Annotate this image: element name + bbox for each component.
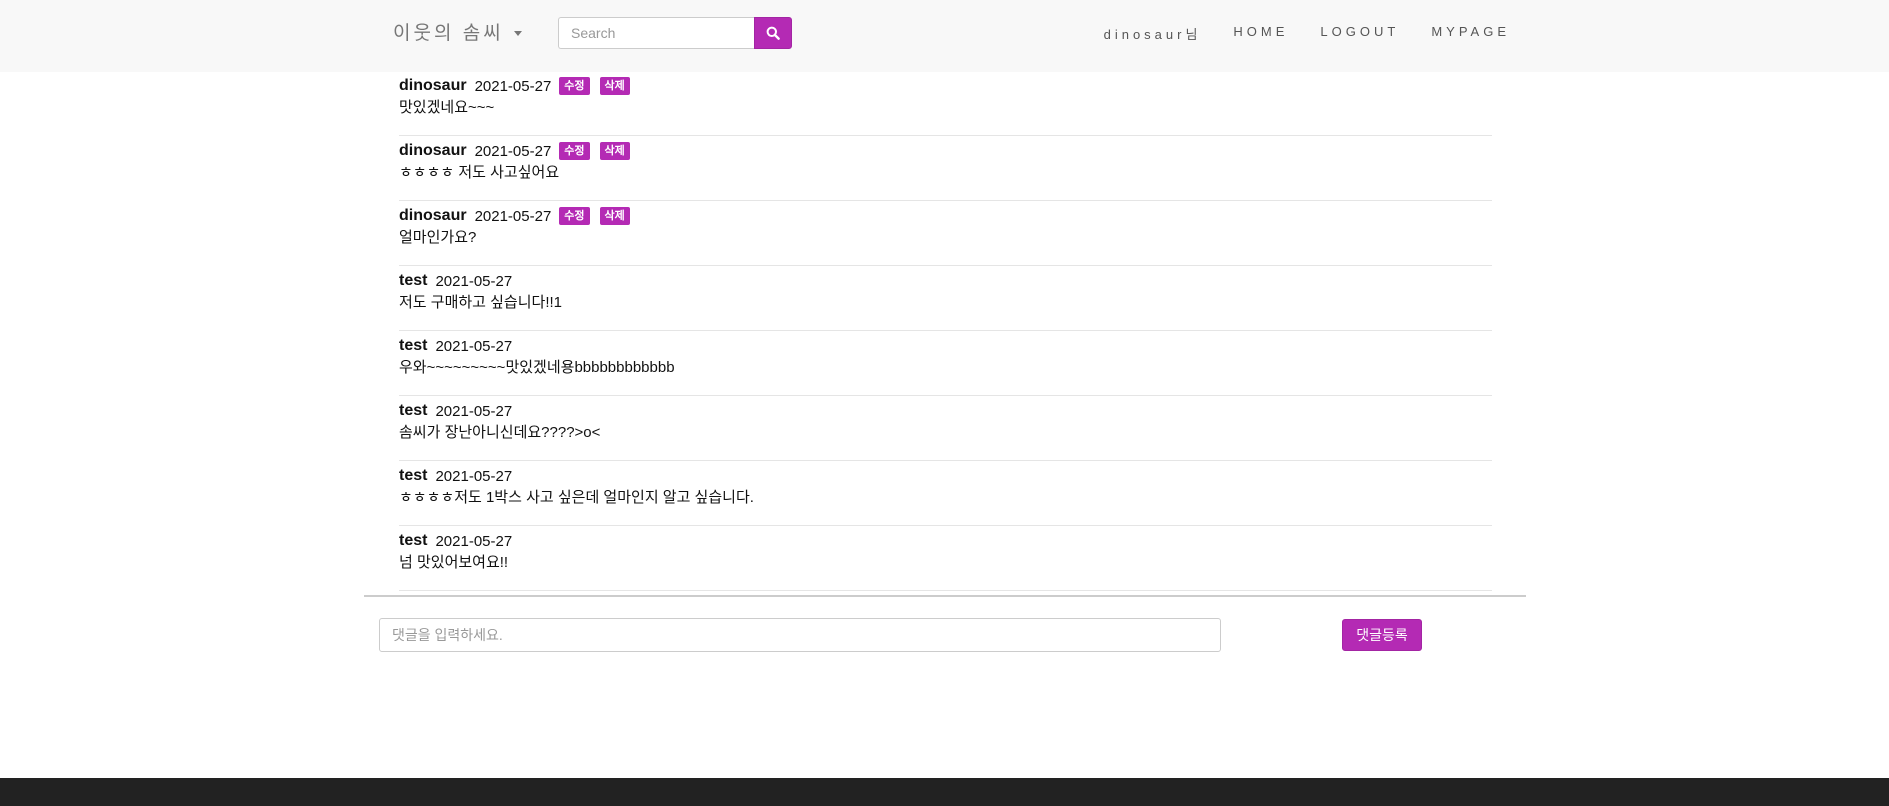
comment-date: 2021-05-27 — [474, 207, 552, 225]
comment-text: ㅎㅎㅎㅎ 저도 사고싶어요 — [399, 164, 560, 181]
comment-item: test 2021-05-27 넘 맛있어보여요!! — [399, 527, 1492, 591]
comment-date: 2021-05-27 — [435, 402, 513, 420]
nav-mypage[interactable]: MYPAGE — [1431, 24, 1510, 43]
comment-author: test — [399, 532, 428, 549]
delete-button[interactable]: 삭제 — [599, 142, 630, 160]
nav-links: dinosaur님 HOME LOGOUT MYPAGE — [1104, 24, 1510, 43]
comment-author: dinosaur — [399, 142, 467, 159]
comment-item: test 2021-05-27 ㅎㅎㅎㅎ저도 1박스 사고 싶은데 얼마인지 알… — [399, 462, 1492, 526]
comment-item: test 2021-05-27 저도 구매하고 싶습니다!!1 — [399, 267, 1492, 331]
comment-date: 2021-05-27 — [435, 467, 513, 485]
top-navbar: 이웃의 솜씨 dinosaur님 HOME LOGOUT MYPAGE — [0, 0, 1889, 72]
comment-date: 2021-05-27 — [435, 337, 513, 355]
comment-author: test — [399, 402, 428, 419]
comment-item: test 2021-05-27 우와~~~~~~~~~맛있겠네용bbbbbbbb… — [399, 332, 1492, 396]
comment-list: dinosaur 2021-05-27 수정 삭제 맛있겠네요~~~ dinos… — [399, 72, 1492, 592]
comment-date: 2021-05-27 — [435, 272, 513, 290]
comment-date: 2021-05-27 — [435, 532, 513, 550]
edit-button[interactable]: 수정 — [559, 142, 590, 160]
section-divider — [364, 595, 1526, 597]
search-button[interactable] — [754, 17, 792, 49]
nav-logout[interactable]: LOGOUT — [1320, 24, 1399, 43]
comment-author: test — [399, 467, 428, 484]
caret-down-icon — [513, 31, 522, 37]
nav-home[interactable]: HOME — [1233, 24, 1288, 43]
comment-item: test 2021-05-27 솜씨가 장난아니신데요????>o< — [399, 397, 1492, 461]
search-icon — [766, 26, 780, 40]
nav-user[interactable]: dinosaur님 — [1104, 24, 1202, 43]
comment-text: 넘 맛있어보여요!! — [399, 554, 509, 571]
brand-dropdown[interactable]: 이웃의 솜씨 — [393, 18, 522, 45]
footer-bar — [0, 778, 1889, 806]
comment-author: test — [399, 272, 428, 289]
comment-item: dinosaur 2021-05-27 수정 삭제 얼마인가요? — [399, 202, 1492, 266]
comment-text: 얼마인가요? — [399, 229, 477, 246]
comment-text: 저도 구매하고 싶습니다!!1 — [399, 294, 563, 311]
comment-text: 우와~~~~~~~~~맛있겠네용bbbbbbbbbbbb — [399, 359, 675, 376]
comment-date: 2021-05-27 — [474, 142, 552, 160]
comment-date: 2021-05-27 — [474, 77, 552, 95]
comment-author: dinosaur — [399, 77, 467, 94]
search-input[interactable] — [558, 17, 754, 49]
brand-title: 이웃의 솜씨 — [393, 23, 504, 44]
delete-button[interactable]: 삭제 — [599, 77, 630, 95]
comment-author: dinosaur — [399, 207, 467, 224]
comment-submit-button[interactable]: 댓글등록 — [1342, 619, 1422, 651]
comment-item: dinosaur 2021-05-27 수정 삭제 ㅎㅎㅎㅎ 저도 사고싶어요 — [399, 137, 1492, 201]
comment-text: 맛있겠네요~~~ — [399, 99, 495, 116]
comment-text: ㅎㅎㅎㅎ저도 1박스 사고 싶은데 얼마인지 알고 싶습니다. — [399, 489, 754, 506]
edit-button[interactable]: 수정 — [559, 207, 590, 225]
comment-item: dinosaur 2021-05-27 수정 삭제 맛있겠네요~~~ — [399, 72, 1492, 136]
edit-button[interactable]: 수정 — [559, 77, 590, 95]
comment-input[interactable] — [379, 618, 1221, 652]
delete-button[interactable]: 삭제 — [599, 207, 630, 225]
comment-author: test — [399, 337, 428, 354]
comment-text: 솜씨가 장난아니신데요????>o< — [399, 424, 601, 441]
